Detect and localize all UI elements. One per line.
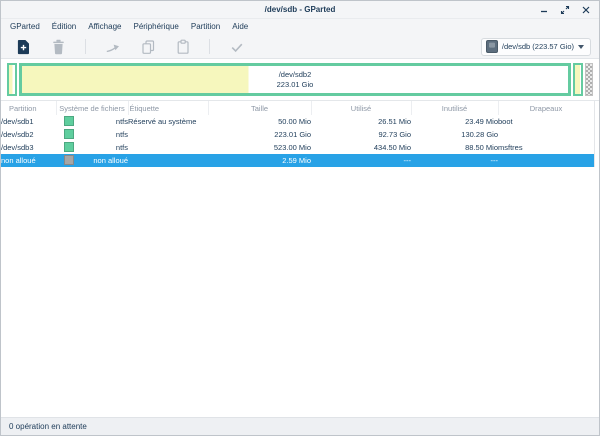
col-header-filesystem[interactable]: Système de fichiers	[56, 101, 128, 115]
cell-size: 223.01 Gio	[208, 128, 311, 141]
cell-unused: 23.49 Mio	[411, 115, 498, 128]
restore-button[interactable]	[558, 3, 572, 17]
paste-icon	[175, 39, 191, 55]
col-header-used[interactable]: Utilisé	[311, 101, 411, 115]
disk-segment-sdb3[interactable]	[573, 63, 583, 96]
disk-segment-size: 223.01 Gio	[277, 80, 314, 90]
disk-segment-unallocated[interactable]	[585, 63, 593, 96]
cell-size: 50.00 Mio	[208, 115, 311, 128]
cell-label	[128, 141, 208, 154]
table-row-unallocated[interactable]: non alloué non alloué 2.59 Mio --- ---	[1, 154, 594, 167]
copy-icon	[140, 39, 156, 55]
toolbar: /dev/sdb (223.57 Gio)	[1, 35, 599, 59]
table-row-sdb1[interactable]: /dev/sdb1 ntfs Réservé au système 50.00 …	[1, 115, 594, 128]
cell-flags: msftres	[498, 141, 594, 154]
disk-segment-sdb1[interactable]	[7, 63, 17, 96]
chevron-down-icon	[578, 45, 584, 49]
resize-move-icon	[105, 39, 121, 55]
fs-color-swatch	[64, 142, 74, 152]
minimize-icon	[539, 5, 549, 15]
status-bar: 0 opération en attente	[1, 417, 599, 435]
table-header-row: Partition Système de fichiers Étiquette …	[1, 101, 594, 115]
col-header-label[interactable]: Étiquette	[128, 101, 208, 115]
cell-filesystem: ntfs	[56, 141, 128, 154]
resize-move-button[interactable]	[104, 38, 121, 55]
cell-label	[128, 128, 208, 141]
cell-used: 434.50 Mio	[311, 141, 411, 154]
cell-label	[128, 154, 208, 167]
new-partition-button[interactable]	[15, 38, 32, 55]
cell-filesystem: non alloué	[56, 154, 128, 167]
cell-flags: boot	[498, 115, 594, 128]
cell-used: ---	[311, 154, 411, 167]
cell-filesystem: ntfs	[56, 128, 128, 141]
cell-flags	[498, 128, 594, 141]
disk-segment-sdb2[interactable]: /dev/sdb2 223.01 Gio	[19, 63, 571, 96]
fs-color-swatch	[64, 116, 74, 126]
gparted-window: { "window": { "title": "/dev/sdb - GPart…	[0, 0, 600, 436]
toolbar-separator	[85, 39, 86, 54]
cell-partition: /dev/sdb2	[1, 128, 56, 141]
table-row-sdb3[interactable]: /dev/sdb3 ntfs 523.00 Mio 434.50 Mio 88.…	[1, 141, 594, 154]
cell-used: 92.73 Gio	[311, 128, 411, 141]
menu-bar: GParted Édition Affichage Périphérique P…	[1, 19, 599, 35]
apply-check-icon	[229, 39, 245, 55]
apply-button[interactable]	[228, 38, 245, 55]
delete-partition-button[interactable]	[50, 38, 67, 55]
col-header-partition[interactable]: Partition	[1, 101, 56, 115]
cell-label: Réservé au système	[128, 115, 208, 128]
trash-icon	[51, 39, 66, 55]
hard-drive-icon	[486, 40, 498, 53]
col-header-unused[interactable]: Inutilisé	[411, 101, 498, 115]
cell-unused: ---	[411, 154, 498, 167]
close-button[interactable]	[579, 3, 593, 17]
new-partition-icon	[16, 39, 31, 55]
cell-filesystem: ntfs	[56, 115, 128, 128]
menu-affichage[interactable]: Affichage	[82, 19, 127, 35]
disk-segment-name: /dev/sdb2	[277, 70, 314, 80]
title-bar[interactable]: /dev/sdb - GParted	[1, 1, 599, 19]
col-header-flags[interactable]: Drapeaux	[498, 101, 594, 115]
col-header-size[interactable]: Taille	[208, 101, 311, 115]
menu-aide[interactable]: Aide	[226, 19, 254, 35]
copy-button[interactable]	[139, 38, 156, 55]
cell-size: 523.00 Mio	[208, 141, 311, 154]
partition-table: Partition Système de fichiers Étiquette …	[1, 101, 595, 167]
fs-color-swatch	[64, 155, 74, 165]
menu-edition[interactable]: Édition	[46, 19, 82, 35]
menu-partition[interactable]: Partition	[185, 19, 226, 35]
cell-flags	[498, 154, 594, 167]
restore-icon	[560, 5, 570, 15]
table-row-sdb2[interactable]: /dev/sdb2 ntfs 223.01 Gio 92.73 Gio 130.…	[1, 128, 594, 141]
disk-segment-label-block: /dev/sdb2 223.01 Gio	[277, 70, 314, 89]
paste-button[interactable]	[174, 38, 191, 55]
menu-peripherique[interactable]: Périphérique	[127, 19, 184, 35]
menu-gparted[interactable]: GParted	[4, 19, 46, 35]
cell-used: 26.51 Mio	[311, 115, 411, 128]
fs-color-swatch	[64, 129, 74, 139]
cell-partition: /dev/sdb3	[1, 141, 56, 154]
device-selector-label: /dev/sdb (223.57 Gio)	[502, 42, 574, 51]
cell-unused: 88.50 Mio	[411, 141, 498, 154]
toolbar-separator	[209, 39, 210, 54]
close-icon	[581, 5, 591, 15]
cell-size: 2.59 Mio	[208, 154, 311, 167]
cell-unused: 130.28 Gio	[411, 128, 498, 141]
cell-partition: /dev/sdb1	[1, 115, 56, 128]
disk-visual-panel: /dev/sdb2 223.01 Gio	[1, 59, 599, 101]
status-text: 0 opération en attente	[9, 422, 87, 431]
window-title: /dev/sdb - GParted	[265, 5, 336, 14]
device-selector[interactable]: /dev/sdb (223.57 Gio)	[481, 38, 591, 56]
minimize-button[interactable]	[537, 3, 551, 17]
window-controls	[537, 1, 593, 19]
cell-partition: non alloué	[1, 154, 56, 167]
